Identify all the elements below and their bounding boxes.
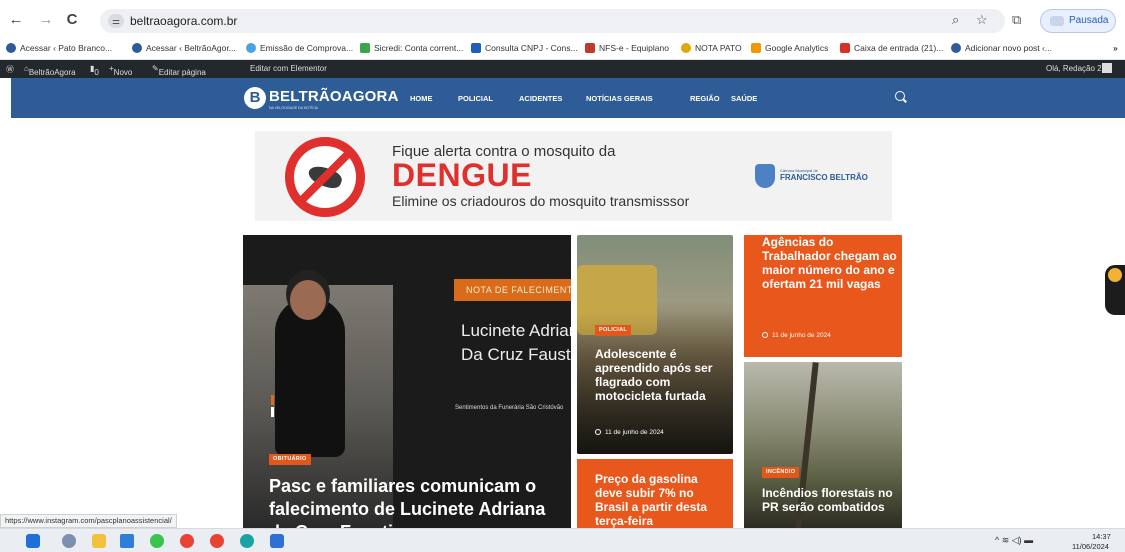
menu-item-home[interactable]: HOME <box>410 94 433 103</box>
article-card[interactable]: POLICIAL Adolescente é apreendido após s… <box>577 235 733 454</box>
profile-label: Pausada <box>1069 15 1109 26</box>
browser-toolbar: ← → C ⚌ beltraoagora.com.br ⌕ ☆ ⧉ Pausad… <box>0 0 1125 38</box>
deceased-name-line2: Da Cruz Faustino <box>461 345 571 364</box>
clock-icon <box>595 429 601 435</box>
bookmark-item[interactable]: Acessar ‹ BeltrãoAgor... <box>132 43 236 53</box>
bookmark-item[interactable]: Sicredi: Conta corrent... <box>360 43 463 53</box>
back-icon[interactable]: ← <box>6 11 26 28</box>
article-card[interactable]: Preço da gasolina deve subir 7% no Brasi… <box>577 459 733 529</box>
zoom-icon[interactable]: ⌕ <box>952 12 959 28</box>
admin-edit-link[interactable]: ✎ Editar página <box>152 64 206 77</box>
bookmark-item[interactable]: Caixa de entrada (21)... <box>840 43 943 53</box>
bookmark-item[interactable]: Acessar ‹ Pato Branco... <box>6 43 112 53</box>
chrome-icon[interactable] <box>180 534 194 548</box>
cnpj-icon <box>471 43 481 53</box>
windows-start-icon[interactable] <box>26 534 40 548</box>
search-icon[interactable] <box>895 91 905 101</box>
article-title[interactable]: Agências do Trabalhador chegam ao maior … <box>762 235 897 291</box>
bookmark-item[interactable]: Consulta CNPJ - Cons... <box>471 43 578 53</box>
clock-time[interactable]: 14:37 <box>1092 532 1111 541</box>
clock-date[interactable]: 11/06/2024 <box>1072 542 1109 551</box>
nfse-icon <box>585 43 595 53</box>
teams-icon[interactable] <box>62 534 76 548</box>
article-title[interactable]: Preço da gasolina deve subir 7% no Brasi… <box>595 472 725 528</box>
wordpress-icon <box>132 43 142 53</box>
url-text[interactable]: beltraoagora.com.br <box>130 14 237 28</box>
wordpress-icon <box>6 43 16 53</box>
taskbar: ^ ≋ ◁) ▬ 14:37 11/06/2024 <box>0 528 1125 552</box>
bookmark-item[interactable]: Emissão de Comprova... <box>246 43 353 53</box>
banner-line3: Elimine os criadouros do mosquito transm… <box>392 193 690 209</box>
menu-item-noticias-gerais[interactable]: NOTÍCIAS GERAIS <box>586 94 653 103</box>
bookmark-item[interactable]: NOTA PATO <box>681 43 742 53</box>
nota-label: NOTA DE FALECIMENTO <box>454 279 571 301</box>
dengue-banner-ad[interactable]: Fique alerta contra o mosquito da DENGUE… <box>255 131 892 221</box>
bookmark-star-icon[interactable]: ☆ <box>976 12 988 28</box>
logo-mark-icon: B <box>244 87 266 109</box>
logo-text: BELTRÃOAGORA <box>269 88 399 105</box>
article-date: 11 de junho de 2024 <box>762 332 831 339</box>
extensions-icon[interactable]: ⧉ <box>1012 12 1021 28</box>
menu-item-regiao[interactable]: REGIÃO <box>690 94 720 103</box>
article-title[interactable]: Incêndios florestais no PR serão combati… <box>762 486 897 514</box>
article-title[interactable]: Adolescente é apreendido após ser flagra… <box>595 347 725 403</box>
sentiment-text: Sentimentos da Funerária São Cristóvão <box>455 405 564 411</box>
city-seal-icon <box>755 164 775 188</box>
bookmarks-more-icon[interactable]: » <box>1113 43 1118 53</box>
admin-comments-link[interactable]: ▮ 0 <box>90 64 99 77</box>
outlook-icon[interactable] <box>270 534 284 548</box>
status-url-preview: https://www.instagram.com/pascplanoassis… <box>0 514 177 528</box>
category-badge[interactable]: POLICIAL <box>595 325 632 336</box>
address-bar[interactable]: ⚌ beltraoagora.com.br <box>100 9 1005 33</box>
featured-article[interactable]: NOTA DE FALECIMENTO Lucinete Adriana Da … <box>243 235 571 528</box>
system-tray[interactable]: ^ ≋ ◁) ▬ <box>995 535 1033 546</box>
bookmark-item[interactable]: Google Analytics <box>751 43 828 53</box>
site-info-icon[interactable]: ⚌ <box>108 14 124 28</box>
admin-new-link[interactable]: + Novo <box>109 64 132 77</box>
drive-icon[interactable] <box>120 534 134 548</box>
bookmark-item[interactable]: NFS-e - Equiplano <box>585 43 669 53</box>
menu-item-policial[interactable]: POLICIAL <box>458 94 493 103</box>
wp-admin-bar: Ⓦ ⌂ BeltrãoAgora ▮ 0 + Novo ✎ Editar pág… <box>0 60 1125 78</box>
site-header: B BELTRÃOAGORA NA VELOCIDADE DA NOTÍCIA … <box>11 78 1125 118</box>
banner-headline: DENGUE <box>392 157 532 193</box>
bookmarks-bar: Acessar ‹ Pato Branco... Acessar ‹ Beltr… <box>0 38 1125 60</box>
forward-icon[interactable]: → <box>36 11 56 28</box>
logo-tagline: NA VELOCIDADE DA NOTÍCIA <box>269 106 319 110</box>
analytics-icon <box>751 43 761 53</box>
gmail-icon <box>840 43 850 53</box>
admin-elementor-link[interactable]: Editar com Elementor <box>250 64 327 73</box>
file-explorer-icon[interactable] <box>92 534 106 548</box>
admin-site-link[interactable]: ⌂ BeltrãoAgora <box>24 64 76 77</box>
nota-pato-icon <box>681 43 691 53</box>
sun-icon <box>1108 268 1122 282</box>
deceased-name-line1: Lucinete Adriana <box>461 321 571 340</box>
mosquito-prohibited-icon <box>285 137 365 217</box>
reload-icon[interactable]: C <box>62 11 82 28</box>
admin-user-greeting[interactable]: Olá, Redação 2 <box>1046 64 1102 73</box>
bookmark-favicon <box>246 43 256 53</box>
whatsapp-icon[interactable] <box>150 534 164 548</box>
article-card[interactable]: INCÊNDIO Incêndios florestais no PR serã… <box>744 362 902 529</box>
bookmark-item[interactable]: Adicionar novo post ‹... <box>951 43 1052 53</box>
category-badge[interactable]: OBITUÁRIO <box>269 454 311 465</box>
clock-icon <box>762 332 768 338</box>
article-card[interactable]: Agências do Trabalhador chegam ao maior … <box>744 235 902 357</box>
chrome-profile-icon[interactable] <box>210 534 224 548</box>
feature-title[interactable]: Pasc e familiares comunicam o faleciment… <box>269 475 569 528</box>
menu-item-acidentes[interactable]: ACIDENTES <box>519 94 562 103</box>
edge-icon[interactable] <box>240 534 254 548</box>
accessibility-toggle[interactable] <box>1105 265 1125 315</box>
wordpress-logo-icon[interactable]: Ⓦ <box>6 64 14 75</box>
profile-avatar-icon <box>1050 16 1064 26</box>
wordpress-icon <box>951 43 961 53</box>
admin-avatar[interactable] <box>1102 63 1112 73</box>
sicredi-icon <box>360 43 370 53</box>
article-date: 11 de junho de 2024 <box>595 429 664 436</box>
profile-button[interactable]: Pausada <box>1040 9 1116 33</box>
slider-dots[interactable] <box>271 395 274 417</box>
menu-item-saude[interactable]: SAÚDE <box>731 94 757 103</box>
category-badge[interactable]: INCÊNDIO <box>762 467 800 478</box>
